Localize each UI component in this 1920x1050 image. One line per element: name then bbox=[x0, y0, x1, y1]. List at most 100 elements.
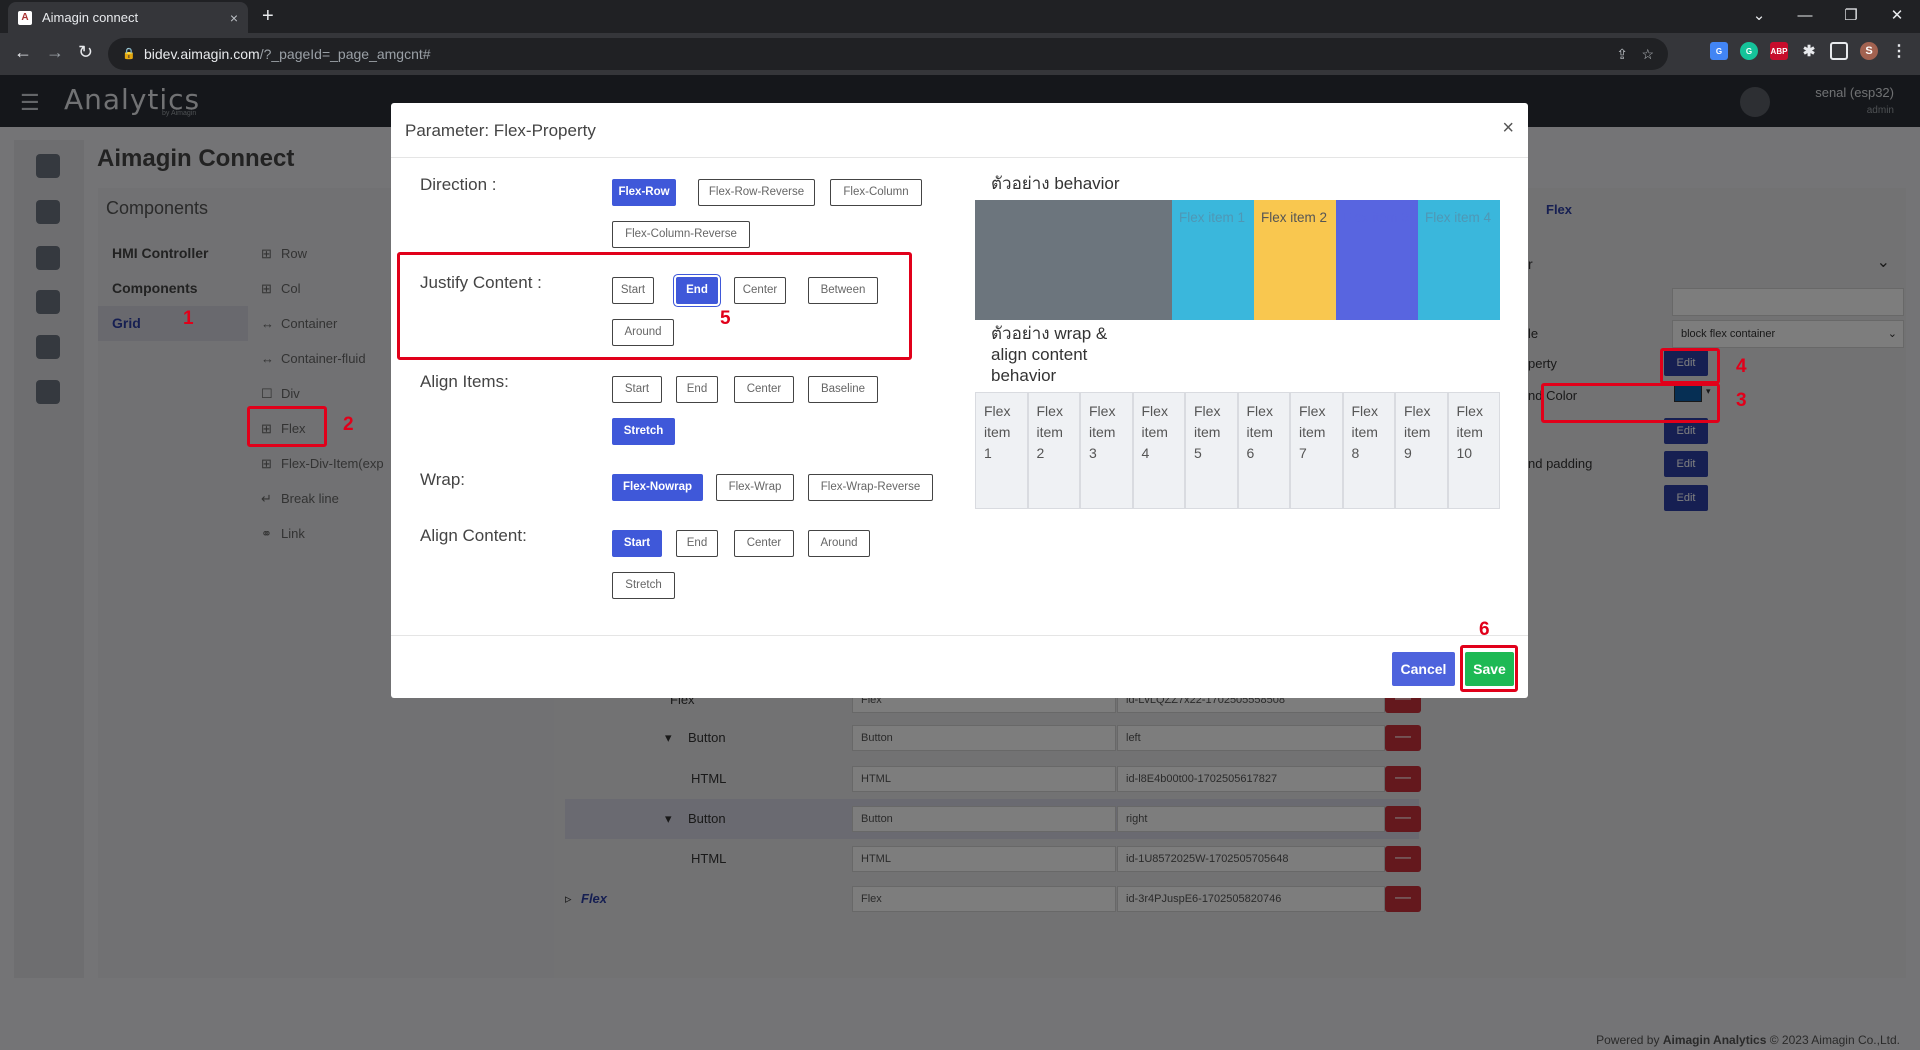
extensions: G G ABP ✱ S ⋮ bbox=[1710, 42, 1908, 60]
direction-flex-column-reverse-button[interactable]: Flex-Column-Reverse bbox=[612, 221, 750, 248]
direction-label: Direction : bbox=[420, 175, 497, 194]
wrap-nowrap-button[interactable]: Flex-Nowrap bbox=[612, 474, 703, 501]
preview-grid-item: Flex item 8 bbox=[1342, 392, 1395, 509]
direction-flex-row-reverse-button[interactable]: Flex-Row-Reverse bbox=[698, 179, 815, 206]
preview-item-text: Flex bbox=[1299, 403, 1326, 419]
annotation-box-edit bbox=[1660, 348, 1720, 384]
preview-item-text: Flex bbox=[1194, 403, 1221, 419]
align-items-stretch-button[interactable]: Stretch bbox=[612, 418, 675, 445]
url-host: bidev.aimagin.com bbox=[144, 46, 260, 62]
preview-grid-item: Flex item 4 bbox=[1132, 392, 1185, 509]
close-icon[interactable]: × bbox=[1502, 117, 1514, 140]
wrap-wrap-button[interactable]: Flex-Wrap bbox=[716, 474, 794, 501]
preview-grid-item: Flex item 6 bbox=[1237, 392, 1290, 509]
annotation-box-justify bbox=[397, 252, 912, 360]
preview-item-text: item bbox=[1404, 424, 1431, 440]
dialog-footer-divider bbox=[391, 635, 1528, 636]
align-items-baseline-button[interactable]: Baseline bbox=[808, 376, 878, 403]
puzzle-icon[interactable]: ✱ bbox=[1800, 42, 1818, 60]
preview-item-text: item bbox=[1036, 424, 1063, 440]
tab-title: Aimagin connect bbox=[42, 10, 139, 25]
preview-flex-item: Flex item 4 bbox=[1418, 200, 1500, 320]
wrap-wrap-reverse-button[interactable]: Flex-Wrap-Reverse bbox=[808, 474, 933, 501]
align-items-end-button[interactable]: End bbox=[676, 376, 718, 403]
preview-item-text: 6 bbox=[1246, 445, 1255, 461]
direction-flex-column-button[interactable]: Flex-Column bbox=[830, 179, 922, 206]
preview-item-text: 8 bbox=[1351, 445, 1360, 461]
adblock-ext-icon[interactable]: ABP bbox=[1770, 42, 1788, 60]
preview-item-text: Flex bbox=[1404, 403, 1431, 419]
preview-flex-item: Flex item 3 bbox=[1336, 200, 1418, 320]
preview-item-text: Flex bbox=[1351, 403, 1378, 419]
annotation-marker-5: 5 bbox=[720, 308, 731, 329]
preview-item-text: item bbox=[1299, 424, 1326, 440]
demo-wrap-title-line: align content bbox=[991, 345, 1088, 364]
annotation-box-flex bbox=[247, 406, 327, 447]
wrap-behavior-preview: Flex item 1 Flex item 2 Flex item 3 Flex item 4 … bbox=[975, 392, 1500, 509]
preview-item-text: Flex bbox=[1089, 403, 1116, 419]
preview-grid-item: Flex item 2 bbox=[1027, 392, 1080, 509]
align-content-center-button[interactable]: Center bbox=[734, 530, 794, 557]
translate-ext-icon[interactable]: G bbox=[1710, 42, 1728, 60]
preview-item-text: 3 bbox=[1089, 445, 1097, 461]
window-close-icon[interactable]: ✕ bbox=[1874, 0, 1920, 33]
demo-wrap-title: ตัวอย่าง wrap & align content behavior bbox=[991, 323, 1107, 386]
align-content-start-button[interactable]: Start bbox=[612, 530, 662, 557]
annotation-marker-4: 4 bbox=[1736, 356, 1747, 377]
preview-grid-item: Flex item 1 bbox=[975, 392, 1028, 509]
preview-grid-item: Flex item 10 bbox=[1447, 392, 1500, 509]
preview-grid-item: Flex item 7 bbox=[1290, 392, 1343, 509]
minimize-icon[interactable]: — bbox=[1782, 0, 1828, 33]
grammarly-ext-icon[interactable]: G bbox=[1740, 42, 1758, 60]
new-tab-icon[interactable]: + bbox=[262, 5, 274, 28]
cancel-button[interactable]: Cancel bbox=[1392, 652, 1455, 686]
preview-item-text: 9 bbox=[1404, 445, 1412, 461]
align-content-end-button[interactable]: End bbox=[676, 530, 718, 557]
align-content-stretch-button[interactable]: Stretch bbox=[612, 572, 675, 599]
address-bar[interactable]: 🔒 bidev.aimagin.com/?_pageId=_page_amgcn… bbox=[108, 38, 1668, 70]
preview-item-text: item bbox=[1351, 424, 1378, 440]
align-items-start-button[interactable]: Start bbox=[612, 376, 662, 403]
menu-kebab-icon[interactable]: ⋮ bbox=[1890, 42, 1908, 60]
sidepanel-icon[interactable] bbox=[1830, 42, 1848, 60]
annotation-marker-1: 1 bbox=[183, 308, 194, 329]
url-path: /?_pageId=_page_amgcnt# bbox=[259, 46, 431, 62]
flex-property-dialog: Parameter: Flex-Property × Direction : F… bbox=[391, 103, 1528, 698]
back-icon[interactable]: ← bbox=[14, 42, 32, 63]
preview-item-text: item bbox=[984, 424, 1011, 440]
reload-icon[interactable]: ↻ bbox=[78, 42, 93, 63]
preview-item-text: 10 bbox=[1456, 445, 1473, 461]
preview-item-text: Flex bbox=[1246, 403, 1273, 419]
preview-grid-item: Flex item 9 bbox=[1395, 392, 1448, 509]
align-items-label: Align Items: bbox=[420, 372, 509, 391]
tab-search-icon[interactable]: ⌄ bbox=[1736, 0, 1782, 33]
direction-flex-row-button[interactable]: Flex-Row bbox=[612, 179, 676, 206]
restore-icon[interactable]: ❐ bbox=[1828, 0, 1874, 33]
favicon-icon: A bbox=[18, 10, 32, 25]
demo-wrap-title-line: behavior bbox=[991, 366, 1057, 385]
bookmark-star-icon[interactable]: ☆ bbox=[1641, 38, 1654, 70]
demo-wrap-title-line: ตัวอย่าง wrap & bbox=[991, 324, 1108, 343]
preview-item-text: 2 bbox=[1036, 445, 1045, 461]
align-items-center-button[interactable]: Center bbox=[734, 376, 794, 403]
preview-item-text: 5 bbox=[1194, 445, 1202, 461]
profile-avatar[interactable]: S bbox=[1860, 42, 1878, 60]
wrap-label: Wrap: bbox=[420, 470, 466, 489]
preview-flex-item: Flex item 2 bbox=[1254, 200, 1336, 320]
preview-flex-item: Flex item 1 bbox=[1172, 200, 1254, 320]
forward-icon[interactable]: → bbox=[46, 42, 64, 63]
align-content-around-button[interactable]: Around bbox=[808, 530, 870, 557]
lock-icon: 🔒 bbox=[122, 48, 136, 60]
preview-item-text: 7 bbox=[1299, 445, 1307, 461]
preview-item-text: item bbox=[1246, 424, 1273, 440]
flex-behavior-preview: Flex item 1 Flex item 2 Flex item 3 Flex… bbox=[975, 200, 1500, 320]
browser-tab[interactable]: A Aimagin connect × bbox=[8, 2, 248, 33]
preview-grid-item: Flex item 3 bbox=[1080, 392, 1133, 509]
annotation-marker-3: 3 bbox=[1736, 390, 1747, 411]
close-tab-icon[interactable]: × bbox=[230, 10, 238, 26]
annotation-marker-2: 2 bbox=[343, 414, 354, 435]
dialog-header: Parameter: Flex-Property × bbox=[391, 103, 1528, 158]
share-icon[interactable]: ⇪ bbox=[1616, 38, 1628, 70]
preview-item-text: item bbox=[1456, 424, 1483, 440]
preview-item-text: Flex bbox=[984, 403, 1011, 419]
